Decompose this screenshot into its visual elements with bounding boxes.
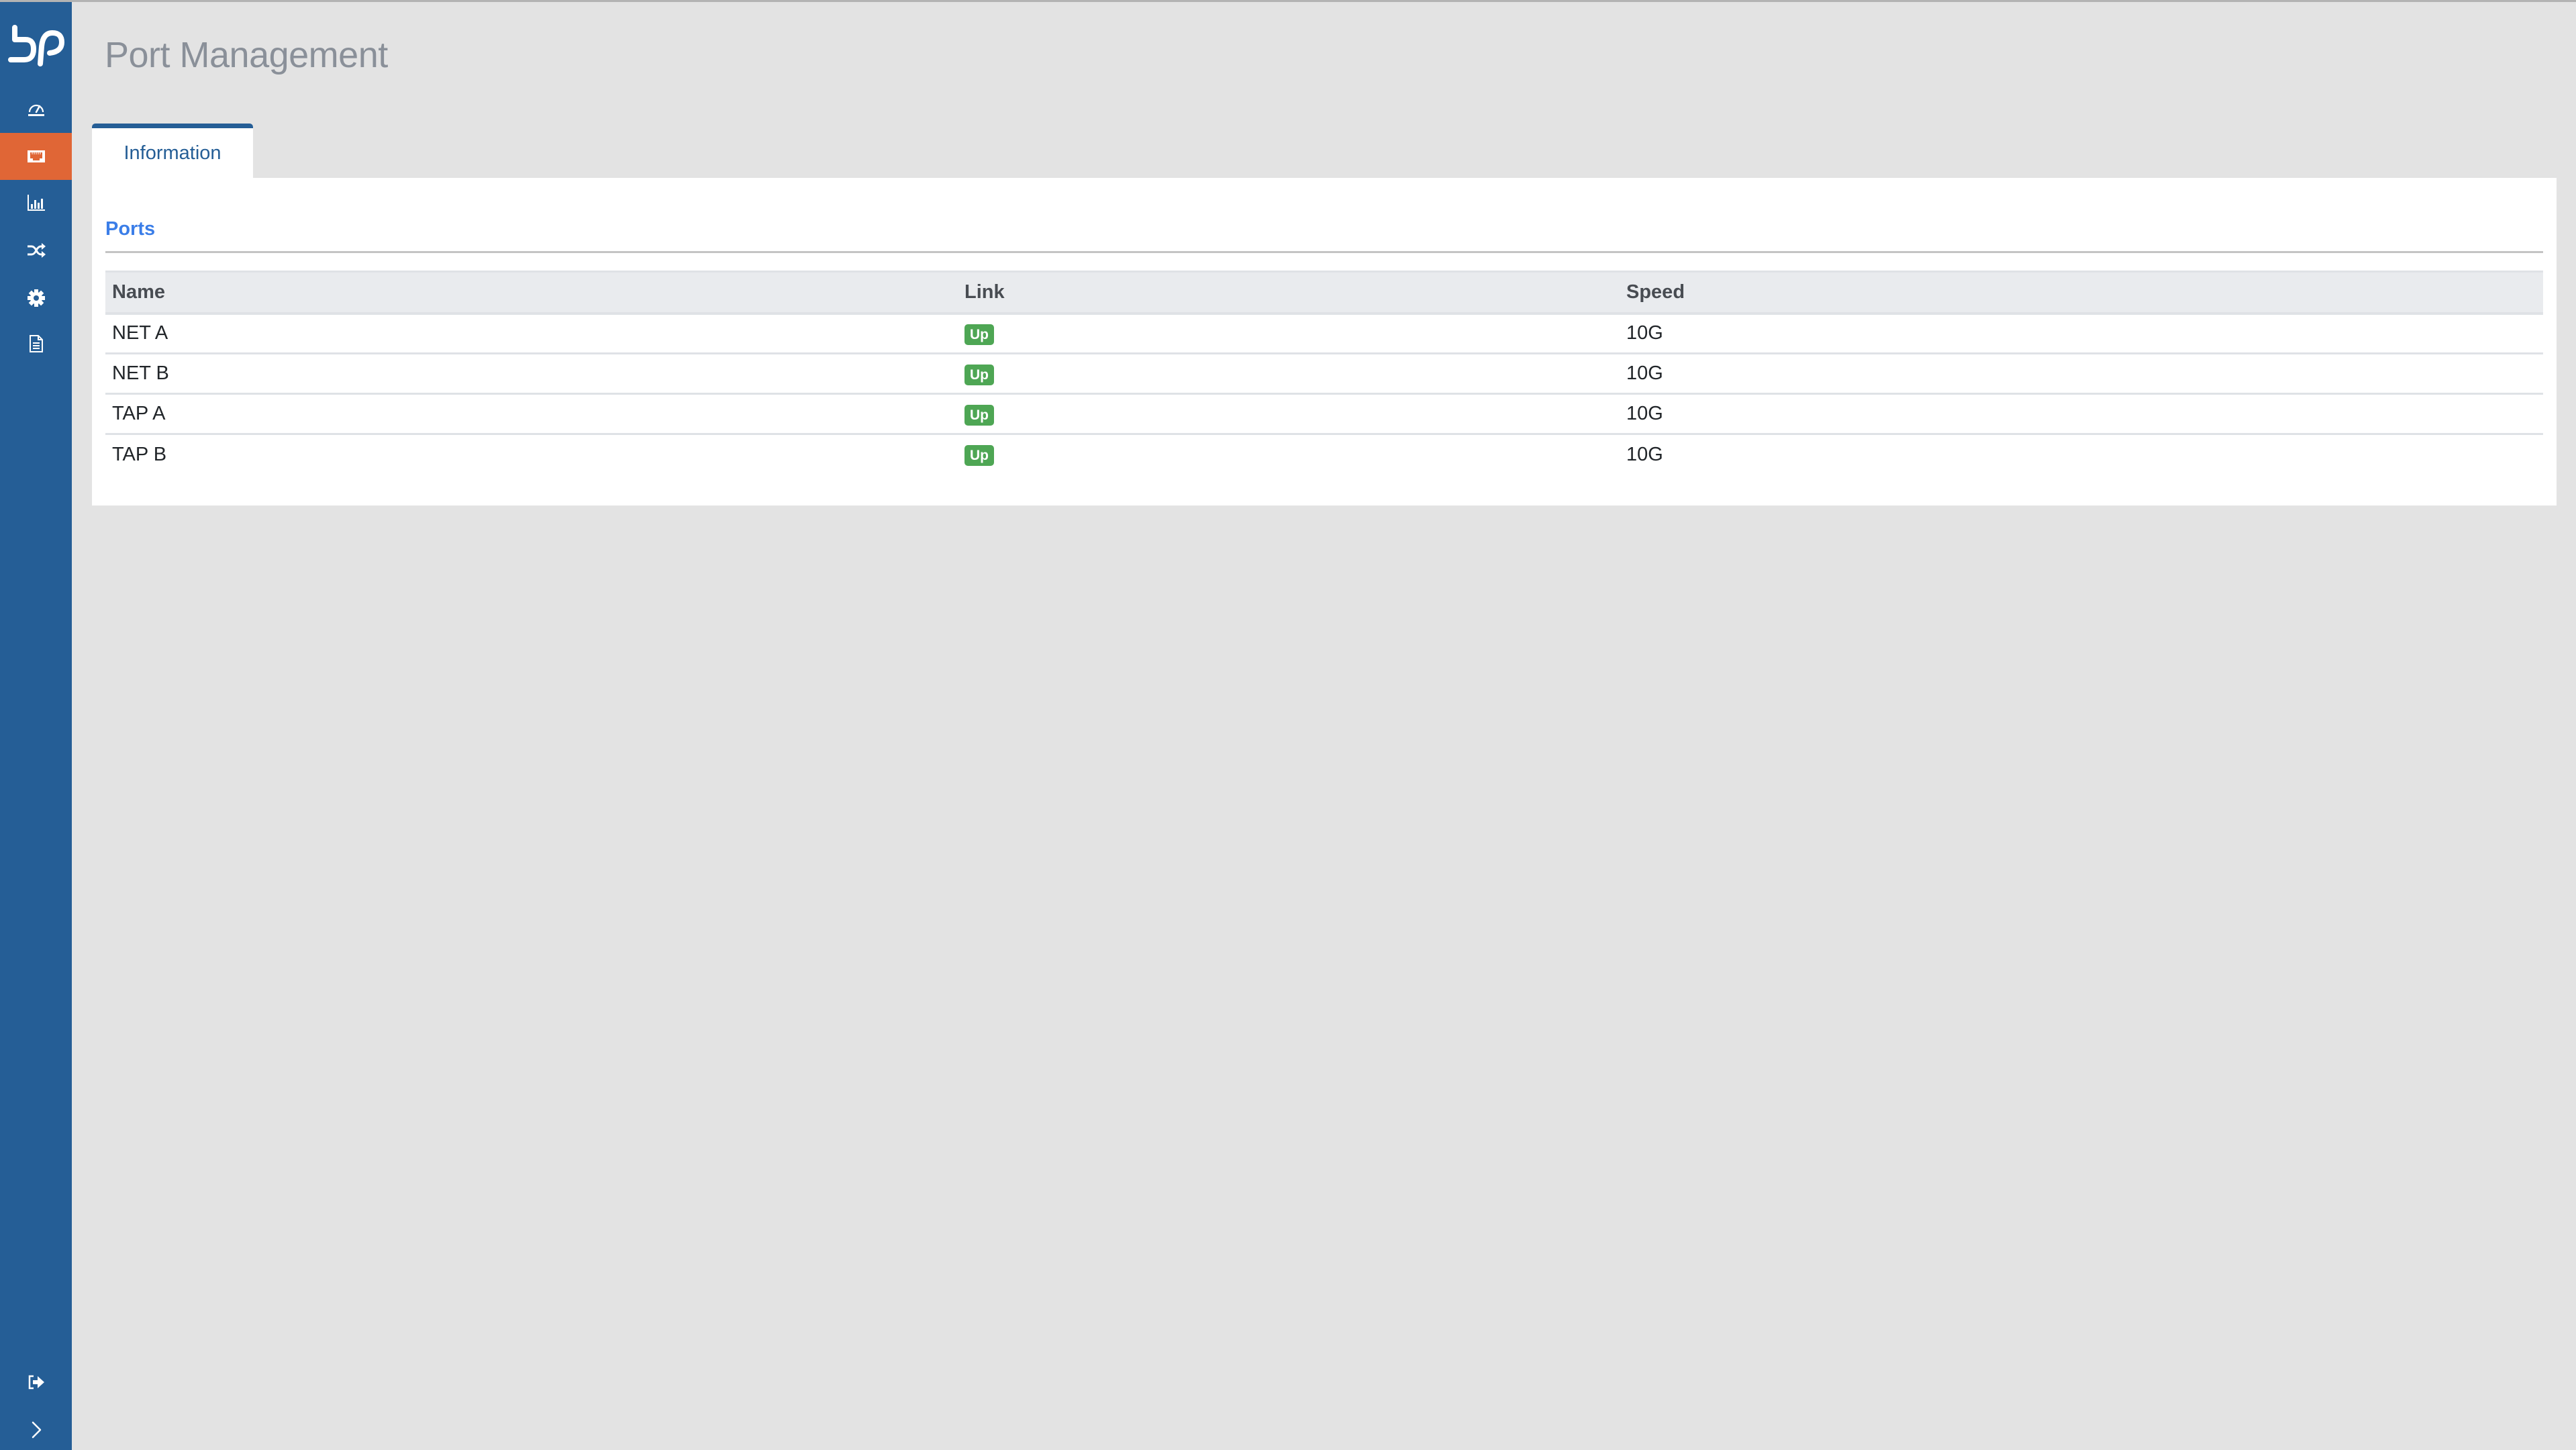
expand-sidebar-button[interactable] — [0, 1406, 72, 1450]
sidebar-item-statistics[interactable] — [0, 179, 72, 226]
link-status-badge: Up — [964, 364, 994, 385]
sidebar-item-dashboard[interactable] — [0, 85, 72, 132]
shuffle-icon — [27, 243, 46, 258]
tab-information[interactable]: Information — [92, 124, 253, 179]
table-row[interactable]: TAP A Up 10G — [105, 393, 2543, 435]
page-title: Port Management — [105, 35, 388, 75]
section-divider — [105, 251, 2543, 253]
port-speed: 10G — [1620, 353, 2543, 395]
link-status-badge: Up — [964, 445, 994, 467]
port-speed: 10G — [1620, 313, 2543, 354]
sidebar-item-traffic[interactable] — [0, 227, 72, 274]
logout-button[interactable] — [0, 1359, 72, 1406]
port-name: TAP B — [112, 443, 167, 465]
table-header-row: Name Link Speed — [105, 271, 2543, 315]
section-title: Ports — [105, 218, 156, 240]
column-header-name[interactable]: Name — [105, 271, 958, 315]
logo[interactable] — [8, 25, 64, 66]
link-status-badge: Up — [964, 404, 994, 426]
sidebar-item-logs[interactable] — [0, 320, 72, 367]
port-speed: 10G — [1626, 443, 1663, 465]
column-header-link[interactable]: Link — [958, 271, 1620, 315]
port-name: NET A — [105, 313, 958, 354]
gauge-icon — [28, 104, 44, 116]
sidebar-item-ports[interactable] — [0, 133, 72, 180]
gear-icon — [27, 289, 45, 307]
ports-table: Name Link Speed NET A Up 10G NET B Up 10… — [105, 271, 2543, 475]
table-row[interactable]: NET A Up 10G — [105, 313, 2543, 354]
bar-chart-icon — [27, 195, 45, 211]
column-header-speed[interactable]: Speed — [1620, 271, 2543, 315]
chevron-right-icon — [32, 1421, 41, 1439]
sidebar — [0, 2, 72, 1450]
port-name: TAP A — [105, 393, 958, 435]
document-icon — [29, 335, 43, 352]
port-speed: 10G — [1620, 393, 2543, 435]
table-row[interactable]: TAP B Up 10G — [105, 434, 2543, 475]
ethernet-port-icon — [27, 150, 45, 162]
link-status-badge: Up — [964, 324, 994, 345]
sidebar-item-settings[interactable] — [0, 275, 72, 322]
ports-card: Ports Name Link Speed NET A Up 10G NET B… — [92, 178, 2557, 505]
sign-out-icon — [28, 1375, 44, 1390]
logo-icon — [8, 25, 64, 66]
table-row[interactable]: NET B Up 10G — [105, 353, 2543, 395]
port-name: NET B — [105, 353, 958, 395]
